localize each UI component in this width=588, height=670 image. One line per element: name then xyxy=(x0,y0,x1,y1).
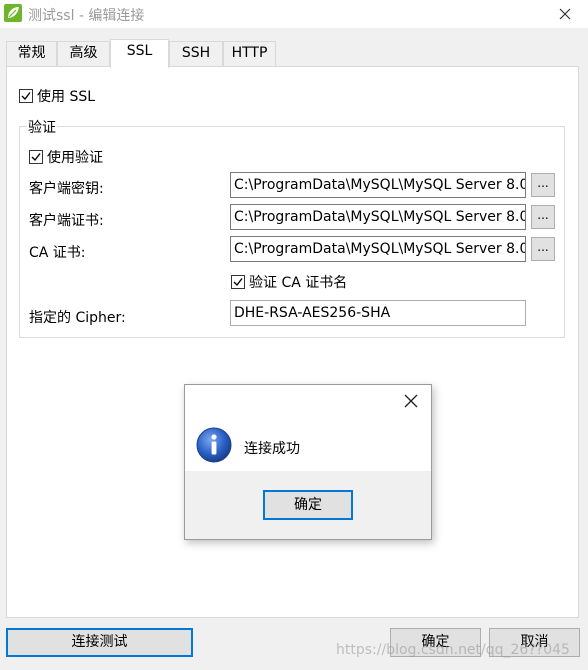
use-ssl-label: 使用 SSL xyxy=(37,89,96,105)
checkmark-icon xyxy=(233,278,243,287)
checkmark-icon xyxy=(21,92,31,101)
client-key-browse-button[interactable]: ... xyxy=(531,173,555,197)
info-icon xyxy=(196,427,232,463)
tab-advanced[interactable]: 高级 xyxy=(57,41,110,66)
cipher-input[interactable]: DHE-RSA-AES256-SHA xyxy=(230,300,526,326)
client-key-label: 客户端密钥: xyxy=(29,181,104,197)
use-ssl-option[interactable]: 使用 SSL xyxy=(19,86,95,106)
tab-http[interactable]: HTTP xyxy=(223,41,276,66)
window-close-button[interactable] xyxy=(542,0,588,28)
use-auth-label: 使用验证 xyxy=(47,150,103,166)
cipher-label: 指定的 Cipher: xyxy=(29,310,126,326)
verify-ca-checkbox[interactable] xyxy=(231,275,245,289)
ca-cert-label: CA 证书: xyxy=(29,245,86,261)
dialog-ok-button[interactable]: 确定 xyxy=(263,490,353,520)
checkmark-icon xyxy=(31,153,41,162)
client-cert-label: 客户端证书: xyxy=(29,213,104,229)
tab-ssl[interactable]: SSL xyxy=(110,39,169,68)
close-icon xyxy=(559,8,571,20)
title-bar: 测试ssl - 编辑连接 xyxy=(0,0,588,28)
client-key-input[interactable]: C:\ProgramData\MySQL\MySQL Server 8.0\Da… xyxy=(230,172,526,198)
ca-cert-input[interactable]: C:\ProgramData\MySQL\MySQL Server 8.0\Da… xyxy=(230,236,526,262)
verify-ca-option[interactable]: 验证 CA 证书名 xyxy=(231,272,347,292)
close-icon[interactable] xyxy=(403,393,419,409)
navicat-leaf-icon xyxy=(4,4,22,22)
connection-success-dialog: 连接成功 确定 xyxy=(184,384,432,540)
dialog-title-bar xyxy=(185,385,431,416)
window-title: 测试ssl - 编辑连接 xyxy=(28,8,145,24)
verify-ca-label: 验证 CA 证书名 xyxy=(249,275,348,291)
use-auth-checkbox[interactable] xyxy=(29,150,43,164)
auth-group-title: 验证 xyxy=(27,117,57,137)
client-cert-input[interactable]: C:\ProgramData\MySQL\MySQL Server 8.0\Da… xyxy=(230,204,526,230)
tab-ssh[interactable]: SSH xyxy=(169,41,223,66)
test-connection-button[interactable]: 连接测试 xyxy=(6,628,193,657)
client-cert-browse-button[interactable]: ... xyxy=(531,205,555,229)
tab-general[interactable]: 常规 xyxy=(6,41,57,66)
use-auth-option[interactable]: 使用验证 xyxy=(29,147,103,167)
watermark: https://blog.csdn.net/qq_26??045 xyxy=(336,642,570,658)
dialog-message: 连接成功 xyxy=(244,441,300,457)
use-ssl-checkbox[interactable] xyxy=(19,89,33,103)
ca-cert-browse-button[interactable]: ... xyxy=(531,237,555,261)
